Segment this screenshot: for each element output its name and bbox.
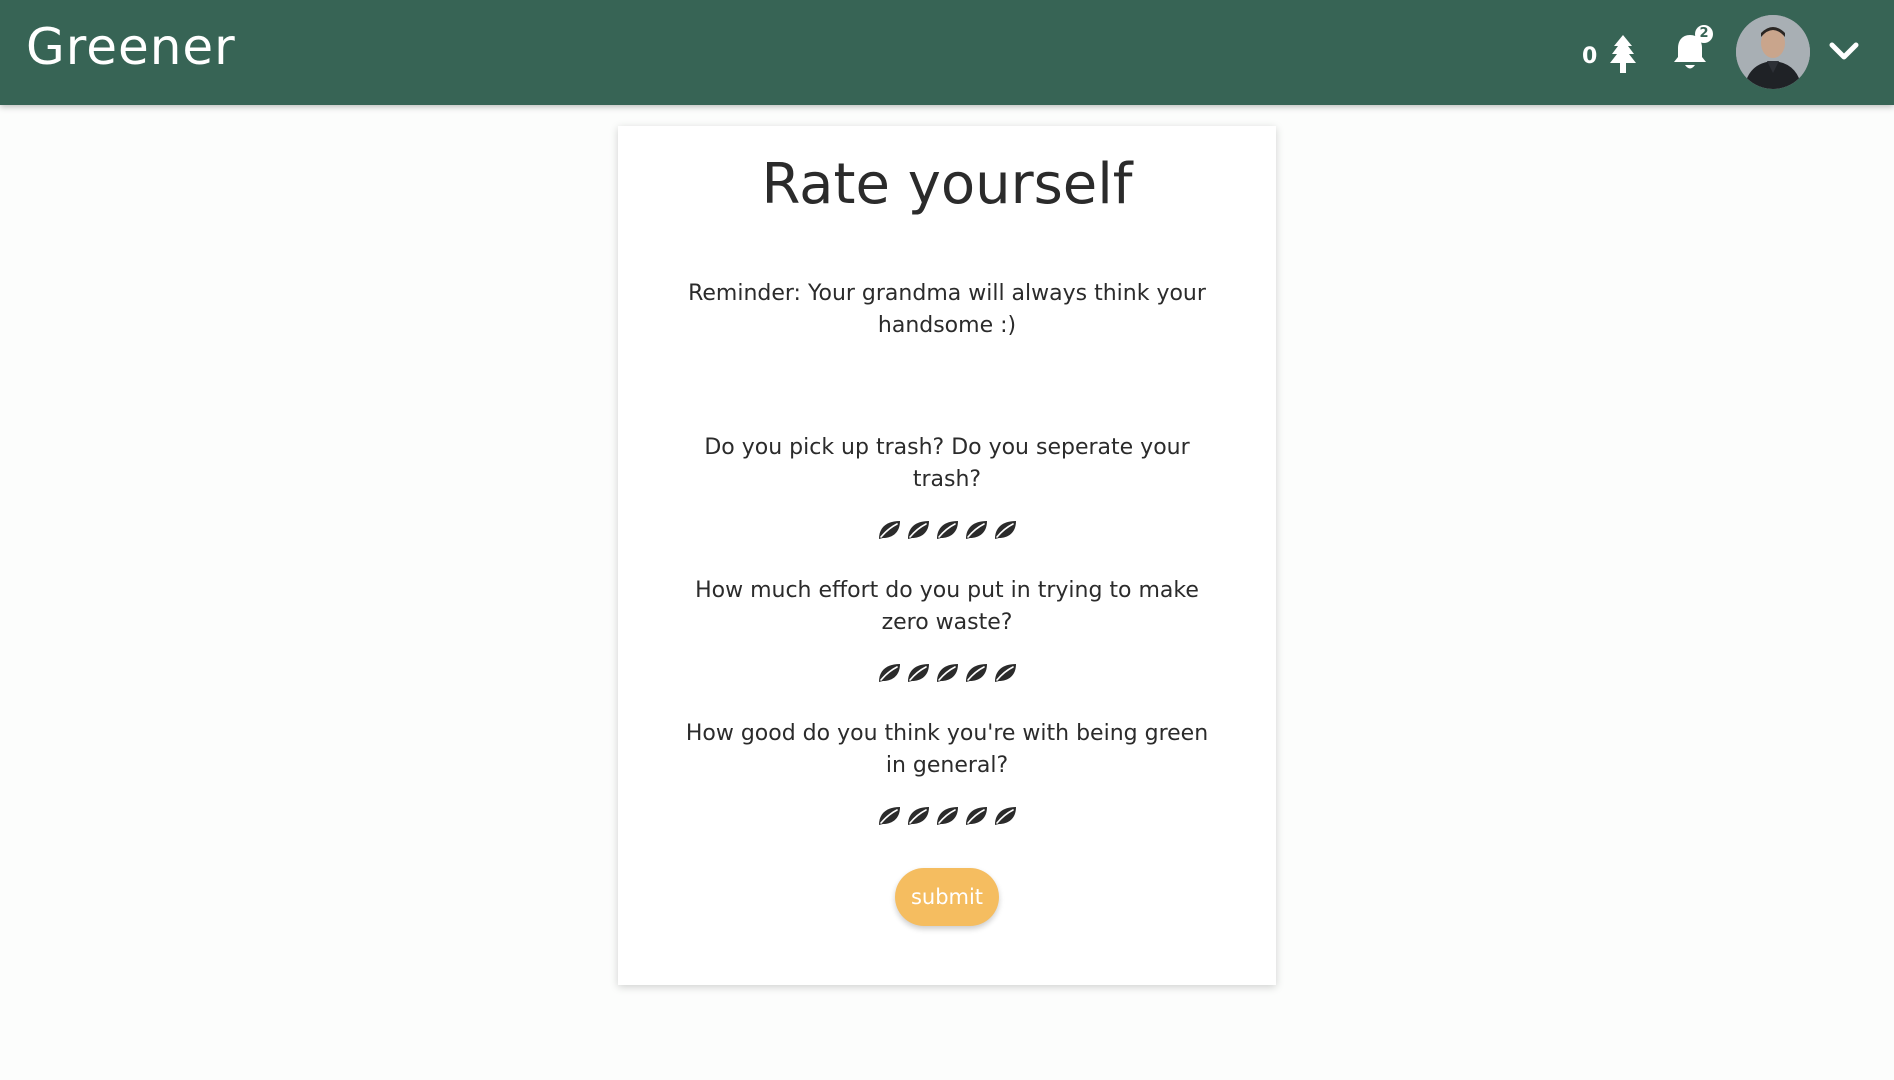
rating-trash — [618, 517, 1276, 547]
brand-logo[interactable]: Greener — [26, 18, 236, 76]
leaf-icon[interactable] — [964, 803, 989, 828]
leaf-icon[interactable] — [993, 803, 1018, 828]
question-trash: Do you pick up trash? Do you seperate yo… — [704, 435, 1190, 492]
page-title: Rate yourself — [761, 152, 1133, 217]
notification-badge: 2 — [1695, 25, 1713, 43]
tree-count: 0 — [1582, 44, 1598, 69]
leaf-icon[interactable] — [877, 660, 902, 685]
top-navigation-bar: Greener 0 2 — [0, 0, 1894, 105]
leaf-icon[interactable] — [906, 660, 931, 685]
leaf-icon[interactable] — [906, 803, 931, 828]
leaf-icon[interactable] — [877, 517, 902, 542]
question-green-general: How good do you think you're with being … — [685, 721, 1209, 778]
leaf-icon[interactable] — [964, 517, 989, 542]
leaf-icon[interactable] — [993, 660, 1018, 685]
leaf-icon[interactable] — [935, 803, 960, 828]
leaf-icon[interactable] — [935, 660, 960, 685]
question-zero-waste: How much effort do you put in trying to … — [695, 578, 1199, 635]
leaf-icon[interactable] — [877, 803, 902, 828]
leaf-icon[interactable] — [906, 517, 931, 542]
leaf-icon[interactable] — [935, 517, 960, 542]
rating-card: Rate yourself Reminder: Your grandma wil… — [618, 126, 1276, 985]
reminder-text: Reminder: Your grandma will always think… — [688, 281, 1206, 338]
leaf-icon[interactable] — [964, 660, 989, 685]
user-avatar[interactable] — [1736, 15, 1810, 89]
rating-zero-waste — [618, 660, 1276, 690]
chevron-down-icon[interactable] — [1828, 38, 1860, 64]
avatar-photo — [1736, 15, 1810, 89]
tree-icon — [1610, 35, 1636, 73]
submit-button[interactable]: submit — [895, 868, 999, 926]
rating-green-general — [618, 803, 1276, 833]
leaf-icon[interactable] — [993, 517, 1018, 542]
